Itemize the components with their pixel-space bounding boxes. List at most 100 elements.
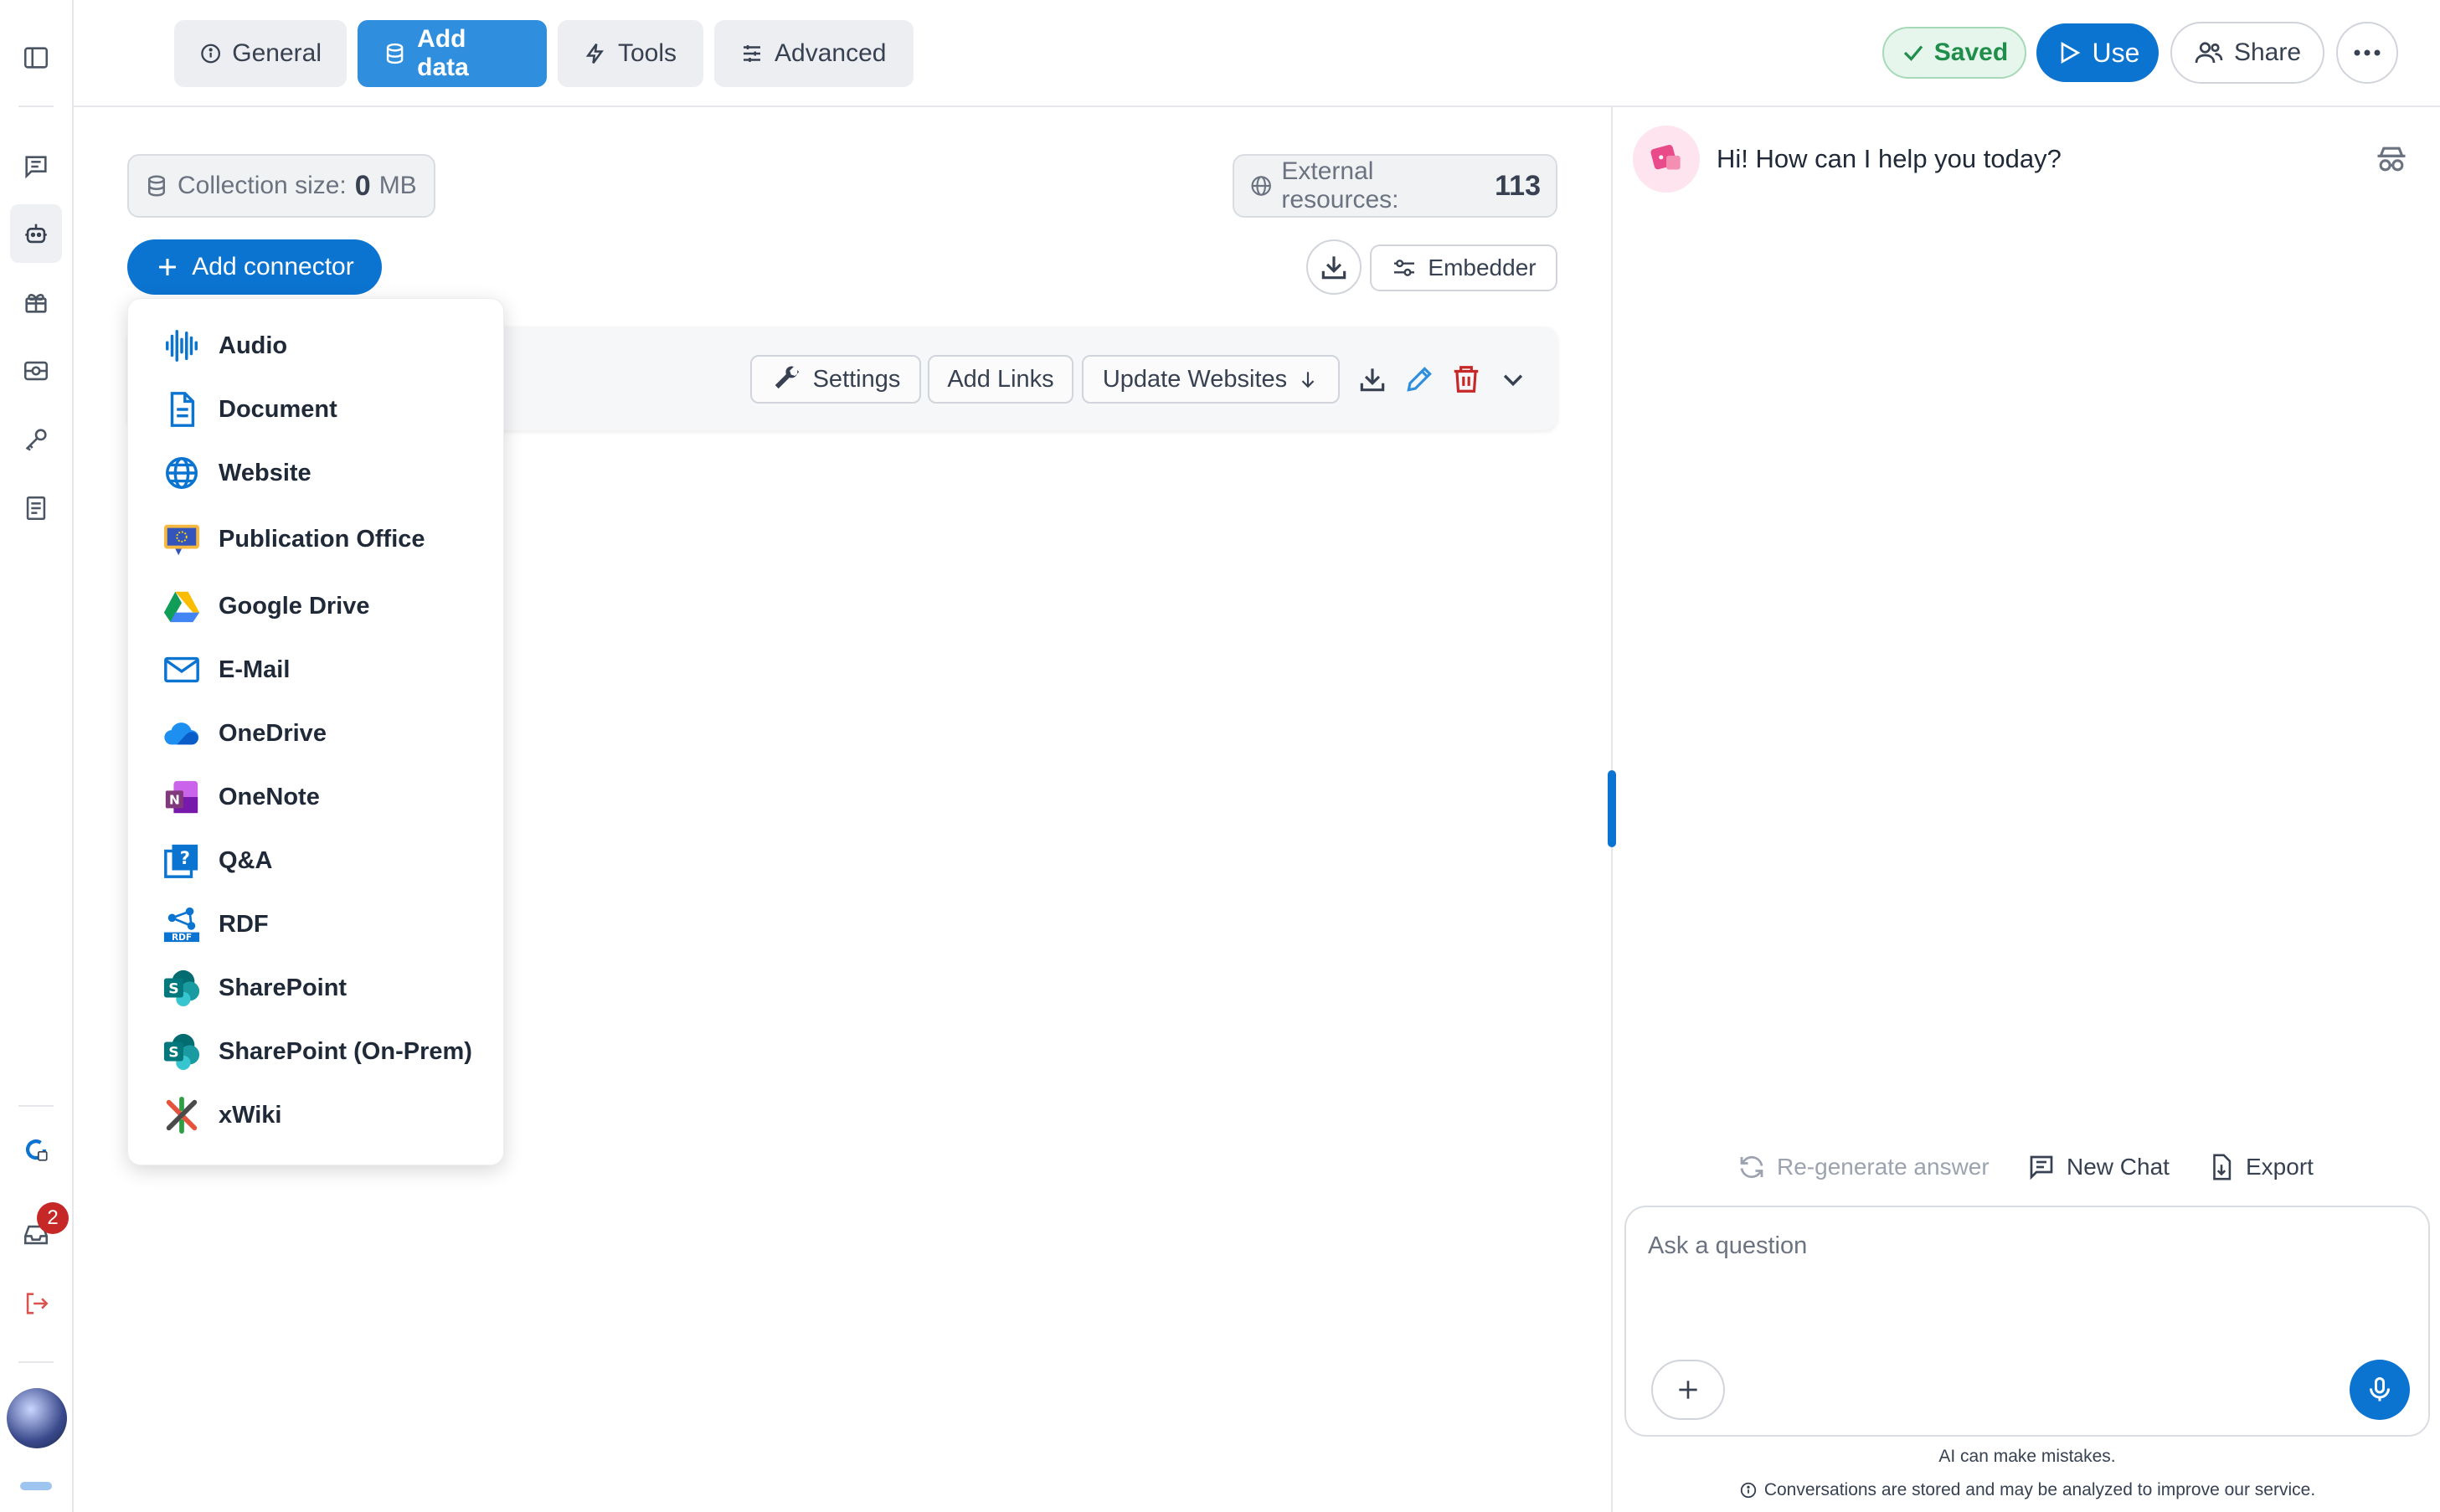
tab-general-label: General xyxy=(232,39,322,67)
menu-item-onedrive[interactable]: OneDrive xyxy=(162,712,327,754)
assistant-bot-icon[interactable] xyxy=(10,204,62,263)
external-resources-pill: External resources: 113 xyxy=(1233,154,1557,218)
bot-greeting: Hi! How can I help you today? xyxy=(1717,144,2062,173)
download-icon[interactable] xyxy=(1353,360,1392,399)
embedder-button[interactable]: Embedder xyxy=(1370,244,1557,291)
bot-avatar xyxy=(1633,126,1700,193)
microphone-icon xyxy=(2370,1377,2390,1401)
menu-item-label: Q&A xyxy=(219,846,273,874)
rail-divider xyxy=(18,1105,54,1107)
docs-book-icon[interactable] xyxy=(18,491,54,526)
bolt-icon xyxy=(585,44,604,64)
collection-size-label: Collection size: xyxy=(178,172,347,199)
key-icon[interactable] xyxy=(18,422,54,457)
add-links-button[interactable]: Add Links xyxy=(928,355,1073,404)
download-all-button[interactable] xyxy=(1306,239,1362,295)
check-icon xyxy=(1903,45,1923,61)
brand-logo-icon[interactable] xyxy=(18,1132,54,1167)
more-options-button[interactable] xyxy=(2336,22,2398,84)
settings-sliders-icon xyxy=(1394,260,1415,276)
database-icon xyxy=(386,43,404,64)
tab-tools[interactable]: Tools xyxy=(558,20,703,87)
chat-input-placeholder[interactable]: Ask a question xyxy=(1648,1232,1807,1260)
wrench-icon xyxy=(775,366,799,389)
share-label: Share xyxy=(2233,39,2302,66)
attach-button[interactable] xyxy=(1651,1360,1725,1420)
add-connector-button[interactable]: Add connector xyxy=(127,239,382,295)
menu-item-label: Audio xyxy=(219,332,288,359)
collection-size-unit: MB xyxy=(378,172,417,199)
menu-item-rdf[interactable]: RDF RDF xyxy=(162,903,269,945)
menu-item-qa[interactable]: ? Q&A xyxy=(162,840,272,882)
settings-label: Settings xyxy=(812,365,901,393)
add-links-label: Add Links xyxy=(947,365,1054,393)
use-button[interactable]: Use xyxy=(2036,23,2159,82)
ellipsis-icon xyxy=(2354,49,2381,56)
menu-item-label: RDF xyxy=(219,910,269,938)
globe-icon xyxy=(162,453,202,493)
tab-add-data[interactable]: Add data xyxy=(358,20,547,87)
onedrive-icon xyxy=(162,713,202,753)
google-drive-icon xyxy=(162,586,202,626)
toggle-sidebar-icon[interactable] xyxy=(18,40,54,75)
settings-button[interactable]: Settings xyxy=(750,355,921,404)
incognito-icon[interactable] xyxy=(2373,141,2410,177)
gift-icon[interactable] xyxy=(18,285,54,320)
trash-icon[interactable] xyxy=(1447,360,1485,399)
embedder-label: Embedder xyxy=(1428,255,1537,280)
menu-item-google-drive[interactable]: Google Drive xyxy=(162,585,370,627)
audio-wave-icon xyxy=(162,326,202,366)
saved-label: Saved xyxy=(1933,39,2009,66)
menu-item-website[interactable]: Website xyxy=(162,452,311,494)
menu-item-document[interactable]: Document xyxy=(162,388,337,430)
chat-input-box[interactable]: Ask a question xyxy=(1624,1206,2430,1437)
svg-text:S: S xyxy=(168,981,178,998)
share-button[interactable]: Share xyxy=(2170,22,2324,84)
left-rail: 2 xyxy=(0,0,74,1512)
update-websites-button[interactable]: Update Websites xyxy=(1082,355,1340,404)
new-chat-button[interactable]: New Chat xyxy=(2026,1149,2170,1185)
refresh-icon xyxy=(1740,1155,1763,1179)
chat-icon[interactable] xyxy=(18,149,54,184)
chevron-down-icon[interactable] xyxy=(1494,360,1532,399)
connector-dropdown-menu: Audio Document Website Publication Offic… xyxy=(127,298,504,1165)
info-icon xyxy=(1740,1482,1756,1499)
export-label: Export xyxy=(2246,1154,2314,1180)
menu-item-xwiki[interactable]: xWiki xyxy=(162,1094,282,1136)
tab-advanced[interactable]: Advanced xyxy=(714,20,914,87)
integrations-icon[interactable] xyxy=(18,353,54,388)
logout-icon[interactable] xyxy=(18,1286,54,1321)
export-file-icon xyxy=(2213,1154,2232,1180)
regenerate-answer-button[interactable]: Re-generate answer xyxy=(1737,1149,1990,1185)
eu-publication-icon xyxy=(162,519,202,559)
rdf-icon: RDF xyxy=(162,904,202,944)
menu-item-label: xWiki xyxy=(219,1101,282,1129)
top-bar: General Add data Tools Advanced Saved Us… xyxy=(74,0,2440,107)
menu-item-sharepoint-on-prem[interactable]: S SharePoint (On-Prem) xyxy=(162,1031,472,1072)
globe-icon xyxy=(1251,176,1271,196)
menu-item-publication-office[interactable]: Publication Office xyxy=(162,518,425,560)
plus-icon xyxy=(159,259,177,275)
microphone-button[interactable] xyxy=(2350,1360,2410,1420)
tab-general[interactable]: General xyxy=(174,20,347,87)
menu-item-label: OneDrive xyxy=(219,719,327,747)
chat-icon xyxy=(2030,1155,2053,1180)
menu-item-sharepoint[interactable]: S SharePoint xyxy=(162,967,347,1009)
edit-pencil-icon[interactable] xyxy=(1400,360,1439,399)
menu-item-onenote[interactable]: N OneNote xyxy=(162,776,320,818)
menu-item-email[interactable]: E-Mail xyxy=(162,649,290,691)
export-button[interactable]: Export xyxy=(2207,1149,2314,1185)
database-icon xyxy=(148,175,165,197)
rail-divider xyxy=(18,1361,54,1363)
notification-badge: 2 xyxy=(37,1202,69,1234)
saved-status-badge: Saved xyxy=(1882,27,2026,79)
menu-item-label: SharePoint xyxy=(219,974,347,1001)
menu-item-audio[interactable]: Audio xyxy=(162,325,287,367)
tab-advanced-label: Advanced xyxy=(775,39,887,67)
tab-add-data-label: Add data xyxy=(417,25,469,81)
svg-text:RDF: RDF xyxy=(172,933,192,943)
avatar[interactable] xyxy=(7,1388,67,1448)
play-icon xyxy=(2061,42,2080,64)
ai-disclaimer: AI can make mistakes. xyxy=(1938,1447,2116,1466)
use-label: Use xyxy=(2092,37,2140,68)
